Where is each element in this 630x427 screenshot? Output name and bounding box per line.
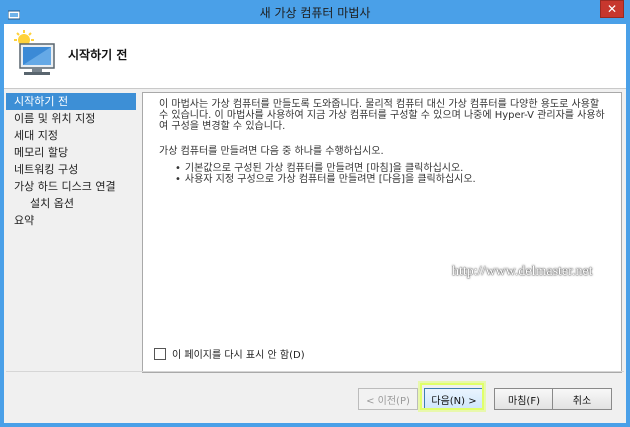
- wizard-content-panel: 이 마법사는 가상 컴퓨터를 만들도록 도와줍니다. 물리적 컴퓨터 대신 가상…: [142, 92, 622, 373]
- instruction-paragraph: 가상 컴퓨터를 만들려면 다음 중 하나를 수행하십시오.: [159, 146, 384, 157]
- close-icon: ✕: [606, 2, 618, 16]
- wizard-steps-nav: 시작하기 전 이름 및 위치 지정 세대 지정 메모리 할당 네트워킹 구성 가…: [6, 93, 136, 229]
- list-item: 기본값으로 구성된 가상 컴퓨터를 만들려면 [마침]을 클릭하십시오.: [175, 163, 609, 174]
- watermark-text: http://www.delmaster.net: [452, 264, 593, 279]
- new-vm-wizard-icon: [10, 30, 60, 78]
- list-item: 사용자 지정 구성으로 가상 컴퓨터를 만들려면 [다음]을 클릭하십시오.: [175, 174, 609, 185]
- finish-button[interactable]: 마침(F): [494, 388, 554, 410]
- intro-paragraph: 이 마법사는 가상 컴퓨터를 만들도록 도와줍니다. 물리적 컴퓨터 대신 가상…: [159, 99, 605, 132]
- title-bar[interactable]: 새 가상 컴퓨터 마법사 ✕: [0, 0, 630, 24]
- previous-button[interactable]: < 이전(P): [358, 388, 418, 410]
- wizard-client-area: 시작하기 전 시작하기 전 이름 및 위치 지정 세대 지정 메모리 할당 네트…: [4, 24, 626, 423]
- step-before-you-begin[interactable]: 시작하기 전: [6, 93, 136, 110]
- do-not-show-again-label: 이 페이지를 다시 표시 안 함(D): [172, 350, 305, 361]
- wizard-header: 시작하기 전: [4, 24, 626, 89]
- window-title: 새 가상 컴퓨터 마법사: [259, 6, 371, 20]
- step-summary[interactable]: 요약: [6, 212, 136, 229]
- page-title: 시작하기 전: [68, 48, 128, 62]
- step-virtual-hard-disk[interactable]: 가상 하드 디스크 연결: [6, 178, 136, 195]
- cancel-button[interactable]: 취소: [552, 388, 612, 410]
- do-not-show-again-checkbox[interactable]: [154, 347, 166, 360]
- next-button-highlight: [420, 383, 484, 410]
- do-not-show-again-row[interactable]: 이 페이지를 다시 표시 안 함(D): [154, 346, 305, 361]
- wizard-window: 새 가상 컴퓨터 마법사 ✕ 시작하기 전 시작하기 전 이름 및 위치 지정 …: [0, 0, 630, 427]
- step-name-and-location[interactable]: 이름 및 위치 지정: [6, 110, 136, 127]
- step-generation[interactable]: 세대 지정: [6, 127, 136, 144]
- footer-divider: [6, 371, 624, 372]
- step-networking[interactable]: 네트워킹 구성: [6, 161, 136, 178]
- step-installation-options[interactable]: 설치 옵션: [6, 195, 136, 212]
- step-memory[interactable]: 메모리 할당: [6, 144, 136, 161]
- wizard-description: 이 마법사는 가상 컴퓨터를 만들도록 도와줍니다. 물리적 컴퓨터 대신 가상…: [159, 99, 609, 185]
- close-button[interactable]: ✕: [600, 0, 624, 18]
- option-list: 기본값으로 구성된 가상 컴퓨터를 만들려면 [마침]을 클릭하십시오. 사용자…: [159, 163, 609, 185]
